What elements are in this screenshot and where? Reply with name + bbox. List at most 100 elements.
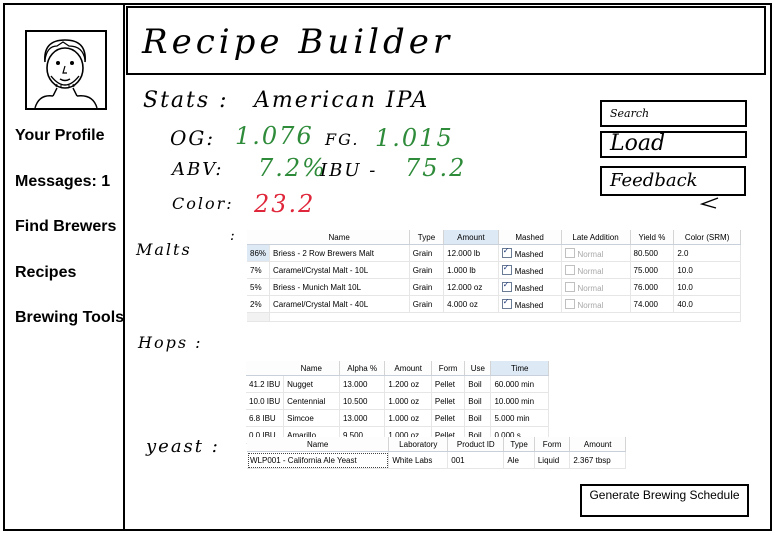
sidebar-item-find-brewers[interactable]: Find Brewers [15, 218, 116, 236]
hop-use[interactable]: Boil [464, 375, 492, 393]
hop-amount[interactable]: 1.000 oz [384, 392, 432, 410]
malt-color[interactable]: 40.0 [673, 295, 741, 313]
malts-header-color[interactable]: Color (SRM) [673, 230, 741, 245]
hops-header-time[interactable]: Time [490, 361, 549, 376]
hops-section-label: Hops : [138, 333, 203, 352]
malt-name[interactable]: Briess - 2 Row Brewers Malt [269, 244, 410, 262]
table-row[interactable]: 6.8 IBU Simcoe 13.000 1.000 oz Pellet Bo… [246, 409, 549, 427]
malt-amount[interactable]: 4.000 oz [443, 295, 499, 313]
yeast-type[interactable]: Ale [503, 451, 535, 469]
table-row[interactable]: 5% Briess - Munich Malt 10L Grain 12.000… [247, 278, 741, 296]
malt-amount[interactable]: 12.000 oz [443, 278, 499, 296]
late-addition-checkbox[interactable] [564, 247, 575, 258]
mashed-checkbox[interactable] [501, 263, 512, 275]
late-addition-label: Normal [577, 283, 604, 293]
table-row[interactable]: 10.0 IBU Centennial 10.500 1.000 oz Pell… [246, 392, 549, 410]
hop-name[interactable]: Centennial [283, 392, 340, 410]
hop-name[interactable]: Nugget [283, 375, 340, 393]
late-addition-checkbox[interactable] [564, 281, 575, 292]
malt-mashed-cell[interactable]: Mashed [498, 278, 562, 296]
table-row[interactable]: 2% Caramel/Crystal Malt - 40L Grain 4.00… [247, 295, 741, 313]
malt-late-cell[interactable]: Normal [561, 295, 631, 313]
malt-late-cell[interactable]: Normal [561, 261, 631, 279]
malt-type[interactable]: Grain [409, 261, 445, 279]
hops-header-use[interactable]: Use [464, 361, 492, 376]
malt-mashed-cell[interactable]: Mashed [498, 261, 562, 279]
hop-time[interactable]: 5.000 min [490, 409, 549, 427]
sidebar-item-brewing-tools[interactable]: Brewing Tools [15, 309, 124, 327]
malt-name[interactable]: Caramel/Crystal Malt - 10L [269, 261, 410, 279]
sidebar-item-recipes[interactable]: Recipes [15, 264, 76, 282]
hops-header-name[interactable]: Name [283, 361, 340, 376]
malt-color[interactable]: 10.0 [673, 278, 741, 296]
late-addition-checkbox[interactable] [564, 298, 575, 309]
yeast-header-product-id[interactable]: Product ID [447, 437, 505, 452]
malt-type[interactable]: Grain [409, 295, 445, 313]
malt-yield[interactable]: 74.000 [630, 295, 675, 313]
yeast-header-type[interactable]: Type [503, 437, 535, 452]
hop-amount[interactable]: 1.200 oz [384, 375, 432, 393]
late-addition-checkbox[interactable] [564, 264, 575, 275]
sidebar-item-your-profile[interactable]: Your Profile [15, 127, 105, 145]
hop-time[interactable]: 10.000 min [490, 392, 549, 410]
hop-alpha[interactable]: 10.500 [339, 392, 386, 410]
hops-header-amount[interactable]: Amount [384, 361, 432, 376]
generate-brewing-schedule-button[interactable]: Generate Brewing Schedule [580, 484, 749, 517]
malt-name[interactable]: Caramel/Crystal Malt - 40L [269, 295, 410, 313]
malt-late-cell[interactable]: Normal [561, 278, 631, 296]
malt-amount[interactable]: 1.000 lb [443, 261, 499, 279]
hop-use[interactable]: Boil [464, 409, 492, 427]
malt-yield[interactable]: 80.500 [630, 244, 675, 262]
yeast-header-name[interactable]: Name [247, 437, 390, 452]
mashed-checkbox[interactable] [501, 246, 512, 258]
hop-form[interactable]: Pellet [431, 375, 466, 393]
hop-use[interactable]: Boil [464, 392, 492, 410]
hop-amount[interactable]: 1.000 oz [384, 409, 432, 427]
yeast-form[interactable]: Liquid [534, 451, 571, 469]
malts-header-name[interactable]: Name [269, 230, 410, 245]
malts-header-yield[interactable]: Yield % [630, 230, 675, 245]
yeast-lab[interactable]: White Labs [388, 451, 449, 469]
yeast-product-id[interactable]: 001 [447, 451, 505, 469]
yeast-header-form[interactable]: Form [534, 437, 571, 452]
hop-form[interactable]: Pellet [431, 409, 466, 427]
hops-header-alpha[interactable]: Alpha % [339, 361, 386, 376]
mashed-checkbox[interactable] [501, 280, 512, 292]
malt-yield[interactable]: 75.000 [630, 261, 675, 279]
malt-amount[interactable]: 12.000 lb [443, 244, 499, 262]
og-label: OG: [170, 126, 216, 150]
malts-header-type[interactable]: Type [409, 230, 445, 245]
table-row[interactable]: 41.2 IBU Nugget 13.000 1.200 oz Pellet B… [246, 375, 549, 393]
yeast-amount[interactable]: 2.367 tbsp [569, 451, 626, 469]
table-row[interactable]: 7% Caramel/Crystal Malt - 10L Grain 1.00… [247, 261, 741, 279]
hops-header-form[interactable]: Form [431, 361, 466, 376]
malts-header-amount[interactable]: Amount [443, 230, 499, 245]
load-button[interactable]: Load [600, 131, 747, 158]
hop-time[interactable]: 60.000 min [490, 375, 549, 393]
mashed-checkbox[interactable] [501, 297, 512, 309]
malt-late-cell[interactable]: Normal [561, 244, 631, 262]
yeast-header-laboratory[interactable]: Laboratory [388, 437, 449, 452]
hop-form[interactable]: Pellet [431, 392, 466, 410]
malt-color[interactable]: 10.0 [673, 261, 741, 279]
search-button[interactable]: Search [600, 100, 747, 127]
hop-alpha[interactable]: 13.000 [339, 375, 386, 393]
malt-name[interactable]: Briess - Munich Malt 10L [269, 278, 410, 296]
avatar[interactable] [25, 30, 107, 110]
feedback-button[interactable]: Feedback [600, 166, 746, 196]
malt-type[interactable]: Grain [409, 278, 445, 296]
sidebar-item-messages[interactable]: Messages: 1 [15, 173, 110, 191]
malts-header-mashed[interactable]: Mashed [498, 230, 562, 245]
malt-type[interactable]: Grain [409, 244, 445, 262]
table-row[interactable]: 86% Briess - 2 Row Brewers Malt Grain 12… [247, 244, 741, 262]
malts-header-late-addition[interactable]: Late Addition [561, 230, 631, 245]
yeast-header-amount[interactable]: Amount [569, 437, 626, 452]
hop-alpha[interactable]: 13.000 [339, 409, 386, 427]
malt-mashed-cell[interactable]: Mashed [498, 244, 562, 262]
malt-mashed-cell[interactable]: Mashed [498, 295, 562, 313]
malt-yield[interactable]: 76.000 [630, 278, 675, 296]
yeast-name[interactable]: WLP001 - California Ale Yeast [247, 451, 390, 469]
table-row[interactable]: WLP001 - California Ale Yeast White Labs… [247, 451, 626, 469]
malt-color[interactable]: 2.0 [673, 244, 741, 262]
hop-name[interactable]: Simcoe [283, 409, 340, 427]
